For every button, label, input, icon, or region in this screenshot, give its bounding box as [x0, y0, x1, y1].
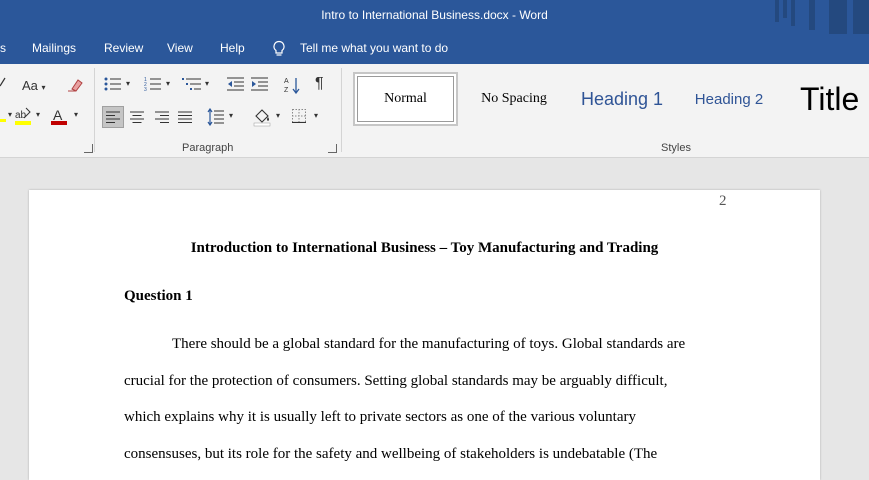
- highlight-partial-icon[interactable]: [0, 110, 6, 122]
- body-line: consensuses, but its role for the safety…: [124, 446, 658, 462]
- font-color-icon[interactable]: A: [50, 106, 70, 126]
- align-left-icon: [106, 111, 120, 123]
- paragraph-dialog-launcher[interactable]: [328, 144, 337, 153]
- question-heading: Question 1: [124, 288, 193, 304]
- window-title: Intro to International Business.docx - W…: [321, 8, 548, 22]
- style-heading-2[interactable]: Heading 2: [684, 72, 774, 126]
- body-line: which explains why it is usually left to…: [124, 409, 636, 425]
- tab-mailings[interactable]: Mailings: [32, 41, 76, 55]
- line-spacing-icon[interactable]: [207, 108, 225, 126]
- highlight-dropdown[interactable]: ▾: [8, 110, 12, 119]
- style-no-spacing[interactable]: No Spacing: [468, 72, 560, 126]
- bullets-icon[interactable]: [104, 76, 122, 92]
- ribbon-tabs: s Mailings Review View Help Tell me what…: [0, 34, 869, 64]
- style-heading-2-label: Heading 2: [694, 90, 764, 108]
- align-left-button[interactable]: [102, 106, 124, 128]
- title-bar-decoration: [775, 0, 869, 34]
- increase-indent-icon[interactable]: [251, 76, 269, 92]
- style-no-spacing-label: No Spacing: [481, 91, 547, 106]
- svg-text:3: 3: [144, 87, 147, 92]
- document-title: Introduction to International Business –…: [190, 240, 659, 256]
- tab-help[interactable]: Help: [220, 41, 245, 55]
- group-separator: [341, 68, 342, 152]
- shading-dropdown[interactable]: ▾: [276, 111, 280, 120]
- ribbon: Aa ▾ ▾ ab ▾ A ▾ ▾ 123 ▾ ▾ AZ ¶ ▾ ▾ ▾ Par…: [0, 64, 869, 158]
- style-title[interactable]: Title: [800, 72, 869, 126]
- tab-view[interactable]: View: [167, 41, 193, 55]
- tab-review[interactable]: Review: [104, 41, 143, 55]
- align-center-icon[interactable]: [130, 111, 144, 123]
- decrease-indent-icon[interactable]: [227, 76, 245, 92]
- style-heading-1[interactable]: Heading 1: [572, 72, 672, 126]
- grow-font-icon[interactable]: [0, 76, 10, 90]
- svg-text:Z: Z: [284, 87, 289, 94]
- style-title-label: Title: [800, 80, 860, 117]
- paragraph-group-label: Paragraph: [182, 142, 234, 154]
- tell-me-search[interactable]: Tell me what you want to do: [300, 41, 448, 55]
- body-line: crucial for the protection of consumers.…: [124, 373, 668, 389]
- highlight-color-dropdown[interactable]: ▾: [36, 110, 40, 119]
- group-separator: [94, 68, 95, 152]
- sort-icon[interactable]: AZ: [284, 76, 300, 94]
- borders-icon[interactable]: [292, 109, 306, 123]
- bullets-dropdown[interactable]: ▾: [126, 79, 130, 88]
- style-normal-label: Normal: [384, 91, 427, 106]
- change-case-button[interactable]: Aa ▾: [22, 78, 46, 93]
- justify-icon[interactable]: [178, 111, 192, 123]
- lightbulb-icon[interactable]: [272, 40, 286, 58]
- style-normal[interactable]: Normal: [353, 72, 458, 126]
- align-right-icon[interactable]: [155, 111, 169, 123]
- styles-group-label: Styles: [661, 142, 691, 154]
- document-page[interactable]: 2 Introduction to International Business…: [29, 190, 820, 480]
- svg-text:A: A: [53, 107, 63, 123]
- tab-references[interactable]: s: [0, 41, 6, 55]
- multilevel-dropdown[interactable]: ▾: [205, 79, 209, 88]
- borders-dropdown[interactable]: ▾: [314, 111, 318, 120]
- text-highlight-icon[interactable]: ab: [14, 106, 34, 126]
- style-heading-1-label: Heading 1: [580, 88, 664, 109]
- numbering-dropdown[interactable]: ▾: [166, 79, 170, 88]
- multilevel-list-icon[interactable]: [182, 76, 202, 92]
- show-formatting-icon[interactable]: ¶: [315, 75, 324, 93]
- font-color-dropdown[interactable]: ▾: [74, 110, 78, 119]
- font-dialog-launcher[interactable]: [84, 144, 93, 153]
- title-bar: Intro to International Business.docx - W…: [0, 0, 869, 34]
- clear-formatting-icon[interactable]: [66, 77, 84, 93]
- svg-text:ab: ab: [15, 110, 27, 121]
- shading-icon[interactable]: [253, 107, 271, 127]
- body-line: There should be a global standard for th…: [172, 336, 686, 352]
- change-case-label: Aa: [22, 78, 38, 93]
- svg-text:A: A: [284, 78, 289, 85]
- line-spacing-dropdown[interactable]: ▾: [229, 111, 233, 120]
- numbering-icon[interactable]: 123: [144, 76, 162, 92]
- page-number: 2: [719, 193, 727, 209]
